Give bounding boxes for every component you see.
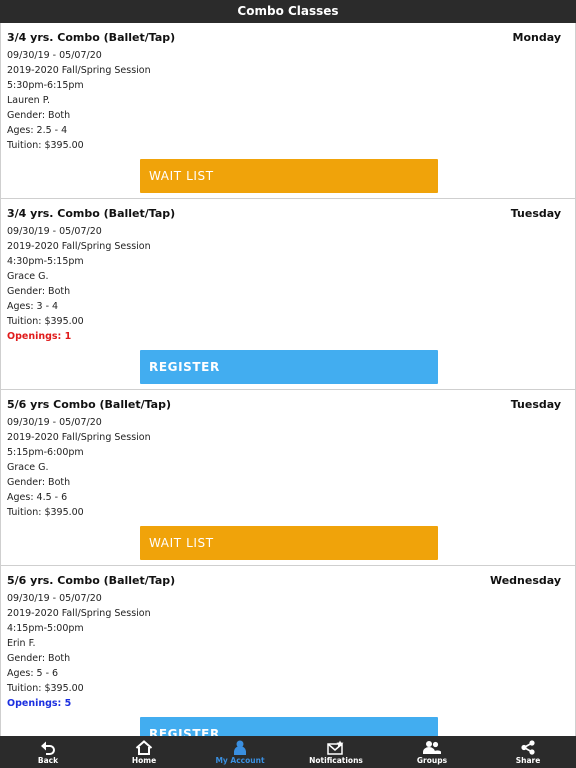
class-title: 3/4 yrs. Combo (Ballet/Tap)	[7, 31, 176, 44]
tab-groups-label: Groups	[416, 756, 448, 765]
class-tuition: Tuition: $395.00	[7, 316, 84, 327]
class-ages: Ages: 4.5 - 6	[7, 492, 68, 503]
class-time: 5:30pm-6:15pm	[7, 80, 84, 91]
tab-share-label: Share	[515, 756, 541, 765]
class-ages: Ages: 2.5 - 4	[7, 125, 68, 136]
class-instructor: Grace G.	[7, 271, 49, 282]
class-ages: Ages: 5 - 6	[7, 668, 59, 679]
class-day: Wednesday	[489, 574, 561, 587]
tab-my-account[interactable]: My Account	[192, 736, 288, 768]
class-dates: 09/30/19 - 05/07/20	[7, 226, 102, 237]
class-gender: Gender: Both	[7, 653, 71, 664]
bottom-tab-bar: Back Home My Account Notifications Group…	[0, 736, 576, 768]
tab-back[interactable]: Back	[0, 736, 96, 768]
class-gender: Gender: Both	[7, 286, 71, 297]
class-card: 5/6 yrs. Combo (Ballet/Tap) Wednesday 09…	[1, 566, 575, 736]
class-instructor: Lauren P.	[7, 95, 50, 106]
class-card: 5/6 yrs Combo (Ballet/Tap) Tuesday 09/30…	[1, 390, 575, 566]
person-icon	[233, 739, 247, 755]
class-openings: Openings: 5	[7, 698, 72, 709]
group-icon	[422, 739, 442, 755]
class-tuition: Tuition: $395.00	[7, 507, 84, 518]
class-time: 5:15pm-6:00pm	[7, 447, 84, 458]
class-instructor: Erin F.	[7, 638, 36, 649]
class-card: 3/4 yrs. Combo (Ballet/Tap) Monday 09/30…	[1, 23, 575, 199]
class-session: 2019-2020 Fall/Spring Session	[7, 241, 151, 252]
tab-notifications-label: Notifications	[309, 756, 363, 765]
class-dates: 09/30/19 - 05/07/20	[7, 593, 102, 604]
wait-list-button[interactable]: WAIT LIST	[140, 159, 438, 193]
class-gender: Gender: Both	[7, 110, 71, 121]
wait-list-button[interactable]: WAIT LIST	[140, 526, 438, 560]
class-ages: Ages: 3 - 4	[7, 301, 59, 312]
class-session: 2019-2020 Fall/Spring Session	[7, 65, 151, 76]
tab-my-account-label: My Account	[215, 756, 265, 765]
class-title: 3/4 yrs. Combo (Ballet/Tap)	[7, 207, 176, 220]
tab-back-label: Back	[37, 756, 59, 765]
class-day: Monday	[512, 31, 561, 44]
class-dates: 09/30/19 - 05/07/20	[7, 417, 102, 428]
class-day: Tuesday	[510, 207, 561, 220]
class-title: 5/6 yrs Combo (Ballet/Tap)	[7, 398, 172, 411]
tab-share[interactable]: Share	[480, 736, 576, 768]
register-button[interactable]: REGISTER	[140, 350, 438, 384]
tab-groups[interactable]: Groups	[384, 736, 480, 768]
home-icon	[135, 739, 153, 755]
envelope-icon	[327, 739, 345, 755]
class-gender: Gender: Both	[7, 477, 71, 488]
class-day: Tuesday	[510, 398, 561, 411]
register-button[interactable]: REGISTER	[140, 717, 438, 736]
page-title: Combo Classes	[0, 0, 576, 23]
tab-notifications[interactable]: Notifications	[288, 736, 384, 768]
class-tuition: Tuition: $395.00	[7, 140, 84, 151]
class-list[interactable]: 3/4 yrs. Combo (Ballet/Tap) Monday 09/30…	[0, 23, 576, 736]
class-time: 4:30pm-5:15pm	[7, 256, 84, 267]
class-session: 2019-2020 Fall/Spring Session	[7, 608, 151, 619]
class-tuition: Tuition: $395.00	[7, 683, 84, 694]
class-card: 3/4 yrs. Combo (Ballet/Tap) Tuesday 09/3…	[1, 199, 575, 390]
back-arrow-icon	[40, 739, 56, 755]
class-time: 4:15pm-5:00pm	[7, 623, 84, 634]
share-icon	[520, 739, 536, 755]
class-instructor: Grace G.	[7, 462, 49, 473]
class-title: 5/6 yrs. Combo (Ballet/Tap)	[7, 574, 176, 587]
class-session: 2019-2020 Fall/Spring Session	[7, 432, 151, 443]
tab-home-label: Home	[131, 756, 157, 765]
tab-home[interactable]: Home	[96, 736, 192, 768]
class-dates: 09/30/19 - 05/07/20	[7, 50, 102, 61]
class-openings: Openings: 1	[7, 331, 72, 342]
